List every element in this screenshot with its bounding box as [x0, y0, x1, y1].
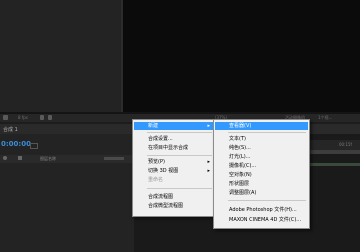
menu-item-rename: 重命名 — [134, 176, 214, 184]
menu-separator — [147, 188, 212, 189]
layer-name-header: 图层名称 — [40, 156, 56, 161]
composition-viewer[interactable] — [123, 0, 360, 112]
fps-label: 8 fps — [18, 115, 28, 120]
switches-icons — [104, 157, 124, 160]
eye-icon — [3, 156, 7, 160]
menu-separator — [228, 200, 306, 201]
menu-item-label: 文本(T) — [229, 136, 246, 142]
menu-item-composition-flowchart[interactable]: 合成流程图 — [134, 193, 214, 201]
search-icon[interactable] — [30, 143, 38, 149]
view-layout-dropdown[interactable]: 1个视... — [318, 115, 332, 121]
menu-item-label: 预览(P) — [148, 159, 165, 165]
menu-item-label: 新建 — [148, 123, 159, 129]
submenu-item-text[interactable]: 文本(T) — [215, 135, 308, 143]
menu-item-label: 摄像机(C)... — [229, 163, 257, 169]
menu-item-label: 灯光(L)... — [229, 154, 251, 160]
menu-item-label: 合成流程图 — [148, 194, 174, 200]
submenu-item-photoshop-file[interactable]: Adobe Photoshop 文件(H)... — [215, 206, 308, 214]
menu-item-mini-flowchart[interactable]: 合成微型流程图 — [134, 202, 214, 210]
composition-viewer-left-panel — [0, 0, 121, 112]
menu-item-new[interactable]: 新建 ▸ — [134, 122, 214, 130]
snapshot-icon[interactable] — [3, 115, 8, 120]
lock-icon — [18, 156, 22, 160]
current-timecode[interactable]: 0:00:00 — [1, 140, 31, 148]
layer-column-header: 图层名称 — [0, 155, 134, 163]
tab-composition[interactable]: 合成 1 — [3, 126, 18, 133]
submenu-arrow-icon: ▸ — [207, 159, 210, 165]
menu-separator — [228, 132, 306, 133]
context-menu: 新建 ▸ 合成设置... 在项目中显示合成 预览(P) ▸ 切换 3D 视图 ▸… — [132, 119, 216, 217]
grid-icon[interactable] — [48, 115, 52, 120]
menu-item-label: MAXON CINEMA 4D 文件(C)... — [229, 217, 302, 223]
submenu-item-cinema4d-file[interactable]: MAXON CINEMA 4D 文件(C)... — [215, 216, 308, 224]
menu-item-label: 空对象(N) — [229, 172, 252, 178]
submenu-arrow-icon: ▸ — [207, 123, 210, 129]
submenu-item-null-object[interactable]: 空对象(N) — [215, 171, 308, 179]
menu-item-label: 切换 3D 视图 — [148, 168, 179, 174]
submenu-item-camera[interactable]: 摄像机(C)... — [215, 162, 308, 170]
menu-item-composition-settings[interactable]: 合成设置... — [134, 135, 214, 143]
menu-separator — [147, 155, 212, 156]
submenu-item-viewer[interactable]: 查看器(V) — [215, 122, 308, 130]
menu-item-label: 重命名 — [148, 177, 164, 183]
menu-item-label: 纯色(S)... — [229, 145, 251, 151]
menu-separator — [147, 132, 212, 133]
submenu-arrow-icon: ▸ — [207, 168, 210, 174]
menu-item-preview[interactable]: 预览(P) ▸ — [134, 158, 214, 166]
submenu-item-shape-layer[interactable]: 形状图层 — [215, 180, 308, 188]
ruler-time-label: 00:15f — [339, 142, 352, 147]
menu-item-label: 调整图层(A) — [229, 190, 257, 196]
submenu-item-adjustment-layer[interactable]: 调整图层(A) — [215, 189, 308, 197]
menu-item-label: 合成设置... — [148, 136, 173, 142]
region-icon[interactable] — [40, 115, 44, 120]
menu-item-label: 合成微型流程图 — [148, 203, 184, 209]
submenu-item-light[interactable]: 灯光(L)... — [215, 153, 308, 161]
menu-item-label: 形状图层 — [229, 181, 250, 187]
new-submenu: 查看器(V) 文本(T) 纯色(S)... 灯光(L)... 摄像机(C)...… — [213, 119, 310, 229]
menu-item-switch-3d-view[interactable]: 切换 3D 视图 ▸ — [134, 167, 214, 175]
menu-item-label: 在项目中显示合成 — [148, 145, 189, 151]
menu-item-label: Adobe Photoshop 文件(H)... — [229, 207, 297, 213]
submenu-item-solid[interactable]: 纯色(S)... — [215, 144, 308, 152]
layer-panel — [0, 134, 134, 252]
menu-item-reveal-in-project[interactable]: 在项目中显示合成 — [134, 144, 214, 152]
menu-item-label: 查看器(V) — [229, 123, 252, 129]
